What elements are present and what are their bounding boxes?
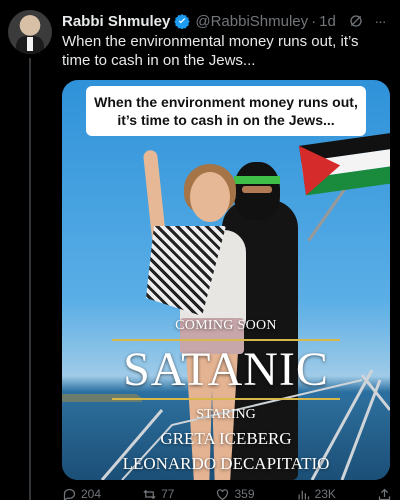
views-icon — [298, 490, 309, 499]
timestamp[interactable]: 1d — [319, 13, 336, 30]
tweet[interactable]: Rabbi Shmuley @RabbiShmuley · 1d ··· Whe… — [0, 0, 400, 500]
more-icon[interactable]: ··· — [370, 11, 390, 31]
action-bar: 204 77 359 23K — [62, 486, 392, 500]
repost-button[interactable]: 77 — [142, 487, 174, 500]
poster-staring: STARING — [196, 407, 256, 422]
like-count: 359 — [234, 487, 255, 500]
separator-dot: · — [311, 12, 317, 30]
like-button[interactable]: 359 — [215, 487, 255, 500]
verified-badge-icon — [174, 13, 191, 29]
poster-actor-2: LEONARDO DECAPITATIO — [122, 454, 330, 473]
avatar[interactable] — [8, 10, 52, 54]
avatar-shirt — [27, 37, 33, 51]
tweet-text: When the environmental money runs out, i… — [62, 33, 359, 69]
author-handle[interactable]: @RabbiShmuley — [195, 13, 308, 30]
reply-button[interactable]: 204 — [62, 487, 101, 500]
thread-line — [29, 58, 31, 500]
poster-title: SATANIC — [123, 343, 329, 396]
reply-icon — [63, 488, 76, 500]
author-name[interactable]: Rabbi Shmuley — [62, 13, 170, 30]
repost-count: 77 — [161, 487, 175, 500]
reply-count: 204 — [81, 487, 102, 500]
poster-actor-1: GRETA ICEBERG — [160, 429, 292, 448]
share-icon — [378, 488, 391, 500]
meme-caption: When the environment money runs out, it’… — [86, 86, 366, 136]
poster-rule-top — [112, 339, 340, 341]
tweet-media[interactable]: When the environment money runs out, it’… — [62, 80, 390, 480]
poster-coming-soon: COMING SOON — [175, 318, 277, 333]
poster-rule-bottom — [112, 398, 340, 400]
like-icon — [217, 488, 229, 500]
tweet-header: Rabbi Shmuley @RabbiShmuley · 1d ··· — [62, 11, 392, 31]
grok-icon[interactable] — [348, 13, 364, 29]
share-button[interactable] — [377, 487, 392, 500]
meme-caption-text: When the environment money runs out, it’… — [94, 94, 358, 128]
views-button[interactable]: 23K — [296, 487, 336, 500]
repost-icon — [143, 489, 156, 499]
views-count: 23K — [314, 487, 336, 500]
